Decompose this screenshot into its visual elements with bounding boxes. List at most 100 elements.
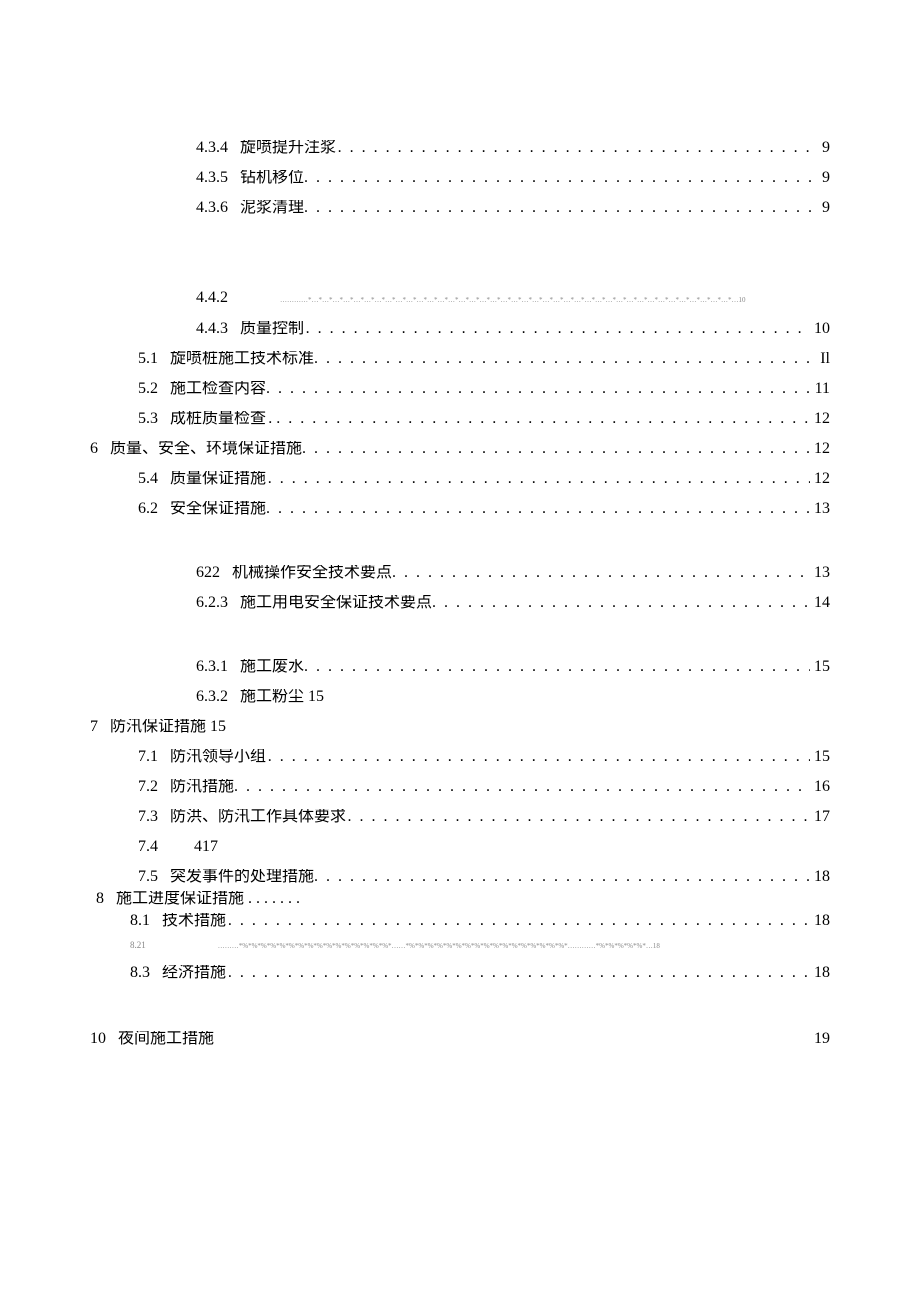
toc-title: 机械操作安全技术要点	[232, 565, 392, 581]
toc-entry-6-2-3: 6.2.3 施工用电安全保证技术要点 14	[90, 595, 830, 611]
leader-dots	[392, 565, 810, 581]
toc-title: 旋喷提升注浆	[240, 140, 336, 156]
toc-num: 6.3.1	[196, 659, 228, 675]
toc-num: 7	[90, 719, 98, 735]
toc-title: 成桩质量检查	[170, 411, 266, 427]
leader-dots	[228, 965, 810, 981]
toc-num: 6.3.2	[196, 689, 228, 705]
toc-page: 14	[814, 595, 830, 611]
leader-dots	[288, 411, 810, 427]
toc-title: 技术措施	[162, 913, 226, 929]
toc-page: 18	[814, 869, 830, 885]
toc-page: 12	[814, 441, 830, 457]
toc-num: 7.5	[138, 869, 158, 885]
toc-entry-7-4: 7.4 417	[90, 839, 830, 855]
toc-entry-8-1: 8.1 技术措施 18	[90, 913, 830, 929]
leader-dots	[304, 170, 818, 186]
toc-title: 夜间施工措施	[118, 1031, 214, 1047]
toc-title: 防汛领导小组	[170, 749, 266, 765]
toc-page: 10	[814, 321, 830, 337]
toc-num: 10	[90, 1031, 106, 1047]
leader-dots	[228, 913, 810, 929]
leader-dots	[234, 779, 810, 795]
toc-entry-4-3-6: 4.3.6 泥浆清理 9	[90, 200, 830, 216]
toc-entry-5-2: 5.2 施工检查内容 11	[90, 381, 830, 397]
toc-entry-7-2: 7.2 防汛措施 16	[90, 779, 830, 795]
leader-noise: ………*%*%*%*%*%*%*%*%*%*%*%*%*%*%*%*%*……*%…	[218, 943, 830, 953]
toc-title: 质量、安全、环境保证措施	[110, 441, 302, 457]
leader-dots	[302, 441, 810, 457]
toc-entry-6-3-1: 6.3.1 施工废水 15	[90, 659, 830, 675]
toc-page: 4.3.4 旋喷提升注浆 9 4.3.5 钻机移位 9 4.3.6 泥浆清理 9…	[0, 0, 920, 1302]
toc-title: 施工检查内容	[170, 381, 266, 397]
toc-num: 8.21	[130, 941, 146, 950]
toc-page: 9	[822, 170, 830, 186]
toc-title: 防汛保证措施 15	[110, 719, 226, 735]
toc-num: 4.4.3	[196, 321, 228, 337]
leader-dots	[268, 471, 810, 487]
leader-dots	[348, 809, 810, 825]
toc-page: 15	[814, 659, 830, 675]
toc-entry-8-3: 8.3 经济措施 18	[90, 965, 830, 981]
toc-title: 经济措施	[162, 965, 226, 981]
toc-num: 622	[196, 565, 220, 581]
toc-page: 18	[814, 965, 830, 981]
toc-num: 4.3.4	[196, 140, 228, 156]
toc-page: 15	[814, 749, 830, 765]
toc-page: 16	[814, 779, 830, 795]
toc-page: 9	[822, 200, 830, 216]
leader-dots	[304, 200, 818, 216]
toc-num: 8.3	[130, 965, 150, 981]
toc-num: 4.3.6	[196, 200, 228, 216]
toc-num: 6.2.3	[196, 595, 228, 611]
leader-dots	[268, 749, 810, 765]
leader-dots	[306, 321, 810, 337]
toc-entry-7: 7 防汛保证措施 15	[90, 719, 830, 735]
toc-num: 7.3	[138, 809, 158, 825]
toc-page: 18	[814, 913, 830, 929]
toc-num: 7.4	[138, 839, 158, 855]
toc-title: 施工废水	[240, 659, 304, 675]
toc-num: 4.3.5	[196, 170, 228, 186]
toc-title: 质量保证措施	[170, 471, 266, 487]
toc-title: 安全保证措施	[170, 501, 266, 517]
toc-entry-8-21: 8.21 ………*%*%*%*%*%*%*%*%*%*%*%*%*%*%*%*%…	[90, 941, 830, 953]
toc-entry-4-4-2: 4.4.2 …………*…*…*…*…*…*…*…*…*…*…*…*…*…*…*……	[90, 290, 830, 307]
toc-title: 泥浆清理	[240, 200, 304, 216]
leader-dots	[266, 501, 810, 517]
toc-entry-10: 10 夜间施工措施 19	[90, 1031, 830, 1047]
leader-dots	[432, 595, 810, 611]
toc-entry-4-4-3: 4.4.3 质量控制 10	[90, 321, 830, 337]
toc-title: 施工粉尘 15	[240, 689, 324, 705]
toc-entry-5-3: 5.3 成桩质量检查 . . 12	[90, 411, 830, 427]
leader-dots	[314, 869, 810, 885]
toc-title: 质量控制	[240, 321, 304, 337]
toc-entry-4-3-5: 4.3.5 钻机移位 9	[90, 170, 830, 186]
toc-title: 钻机移位	[240, 170, 304, 186]
toc-page: 13	[814, 501, 830, 517]
leader-dots	[314, 351, 816, 367]
toc-num: 5.4	[138, 471, 158, 487]
toc-page: 12	[814, 411, 830, 427]
toc-page: 12	[814, 471, 830, 487]
toc-page: 11	[815, 381, 830, 397]
toc-entry-8: 8 施工进度保证措施 . . . . . . .	[90, 891, 830, 907]
toc-num: 5.1	[138, 351, 158, 367]
toc-num: 8.1	[130, 913, 150, 929]
toc-num: 5.3	[138, 411, 158, 427]
toc-num: 5.2	[138, 381, 158, 397]
leader-dots	[304, 659, 810, 675]
leader-noise: …………*…*…*…*…*…*…*…*…*…*…*…*…*…*…*…*…*…*……	[280, 297, 830, 307]
toc-entry-5-1: 5.1 旋喷桩施工技术标准 Il	[90, 351, 830, 367]
toc-entry-4-3-4: 4.3.4 旋喷提升注浆 9	[90, 140, 830, 156]
leader-dots	[338, 140, 818, 156]
toc-title: 施工进度保证措施 . . . . . . .	[116, 891, 300, 907]
toc-num: 4.4.2	[196, 290, 228, 306]
toc-entry-7-5: 7.5 突发事件的处理措施 18	[90, 869, 830, 885]
toc-num: 8	[96, 891, 104, 907]
toc-entry-7-1: 7.1 防汛领导小组 15	[90, 749, 830, 765]
toc-title: 施工用电安全保证技术要点	[240, 595, 432, 611]
toc-title: 突发事件的处理措施	[170, 869, 314, 885]
toc-page: Il	[820, 351, 830, 367]
toc-entry-6-2: 6.2 安全保证措施 13	[90, 501, 830, 517]
